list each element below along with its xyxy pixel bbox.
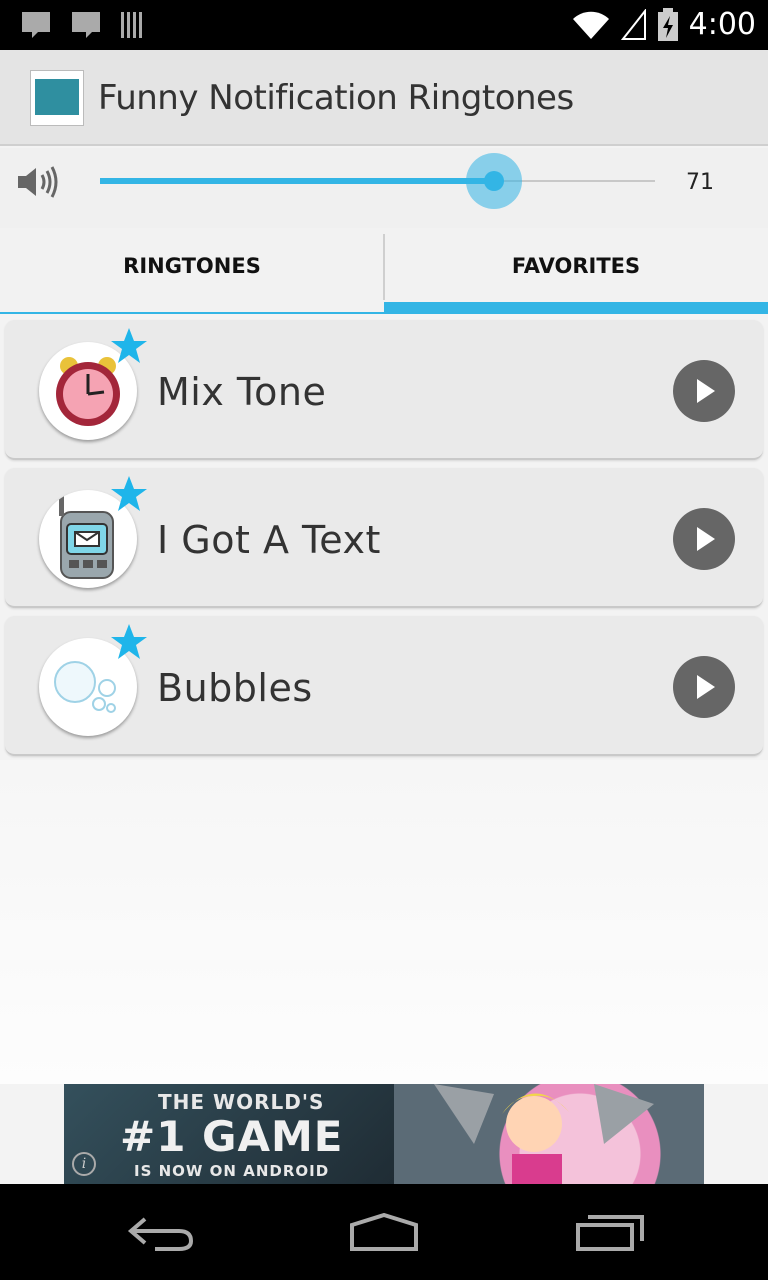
list-item[interactable]: Bubbles [5, 616, 763, 756]
home-icon [350, 1213, 418, 1251]
tab-ringtones-label: RINGTONES [123, 254, 261, 278]
play-icon [697, 527, 715, 551]
favorite-star-icon[interactable] [109, 326, 149, 366]
tab-favorites-label: FAVORITES [511, 254, 641, 278]
signal-icon [620, 9, 646, 40]
volume-control: 71 [0, 148, 768, 228]
play-button[interactable] [673, 360, 735, 422]
volume-slider-fill [100, 178, 494, 184]
action-bar: Funny Notification Ringtones [0, 50, 768, 146]
volume-slider-thumb[interactable] [466, 153, 522, 209]
list-item-label: Mix Tone [157, 370, 327, 414]
info-icon[interactable]: i [72, 1152, 96, 1176]
app-title: Funny Notification Ringtones [98, 78, 574, 118]
status-bar: 4:00 [0, 0, 768, 50]
back-icon [127, 1217, 194, 1251]
ad-headline: THE WORLD'S [158, 1090, 325, 1114]
navigation-bar [0, 1184, 768, 1280]
play-icon [697, 675, 715, 699]
volume-value: 71 [686, 170, 714, 195]
app-logo-icon[interactable] [30, 70, 84, 126]
list-item-label: Bubbles [157, 666, 313, 710]
status-time: 4:00 [688, 7, 756, 42]
favorite-star-icon[interactable] [109, 622, 149, 662]
barcode-icon [121, 12, 142, 38]
volume-slider[interactable] [100, 153, 655, 209]
home-button[interactable] [344, 1208, 424, 1258]
list-empty-area [0, 760, 768, 1084]
wifi-icon [572, 11, 609, 39]
notification-icon [22, 12, 50, 38]
ad-artwork [394, 1084, 704, 1184]
play-button[interactable] [673, 508, 735, 570]
speaker-icon[interactable] [16, 164, 62, 200]
back-button[interactable] [120, 1208, 200, 1258]
list-item[interactable]: I Got A Text [5, 468, 763, 608]
tab-favorites[interactable]: FAVORITES [384, 228, 768, 314]
battery-charging-icon [657, 8, 678, 41]
play-icon [697, 379, 715, 403]
chat-icon [72, 12, 100, 38]
favorite-star-icon[interactable] [109, 474, 149, 514]
ad-title: #1 GAME [120, 1112, 344, 1161]
list-item-label: I Got A Text [157, 518, 381, 562]
tab-ringtones[interactable]: RINGTONES [0, 228, 384, 314]
recents-icon [576, 1215, 644, 1251]
list-item[interactable]: Mix Tone [5, 320, 763, 460]
tab-bar: RINGTONES FAVORITES [0, 228, 768, 314]
play-button[interactable] [673, 656, 735, 718]
recents-button[interactable] [570, 1208, 650, 1258]
ad-text-area: THE WORLD'S #1 GAME IS NOW ON ANDROID i [64, 1084, 394, 1184]
ad-banner[interactable]: THE WORLD'S #1 GAME IS NOW ON ANDROID i [64, 1084, 704, 1184]
ad-subtitle: IS NOW ON ANDROID [134, 1162, 330, 1180]
